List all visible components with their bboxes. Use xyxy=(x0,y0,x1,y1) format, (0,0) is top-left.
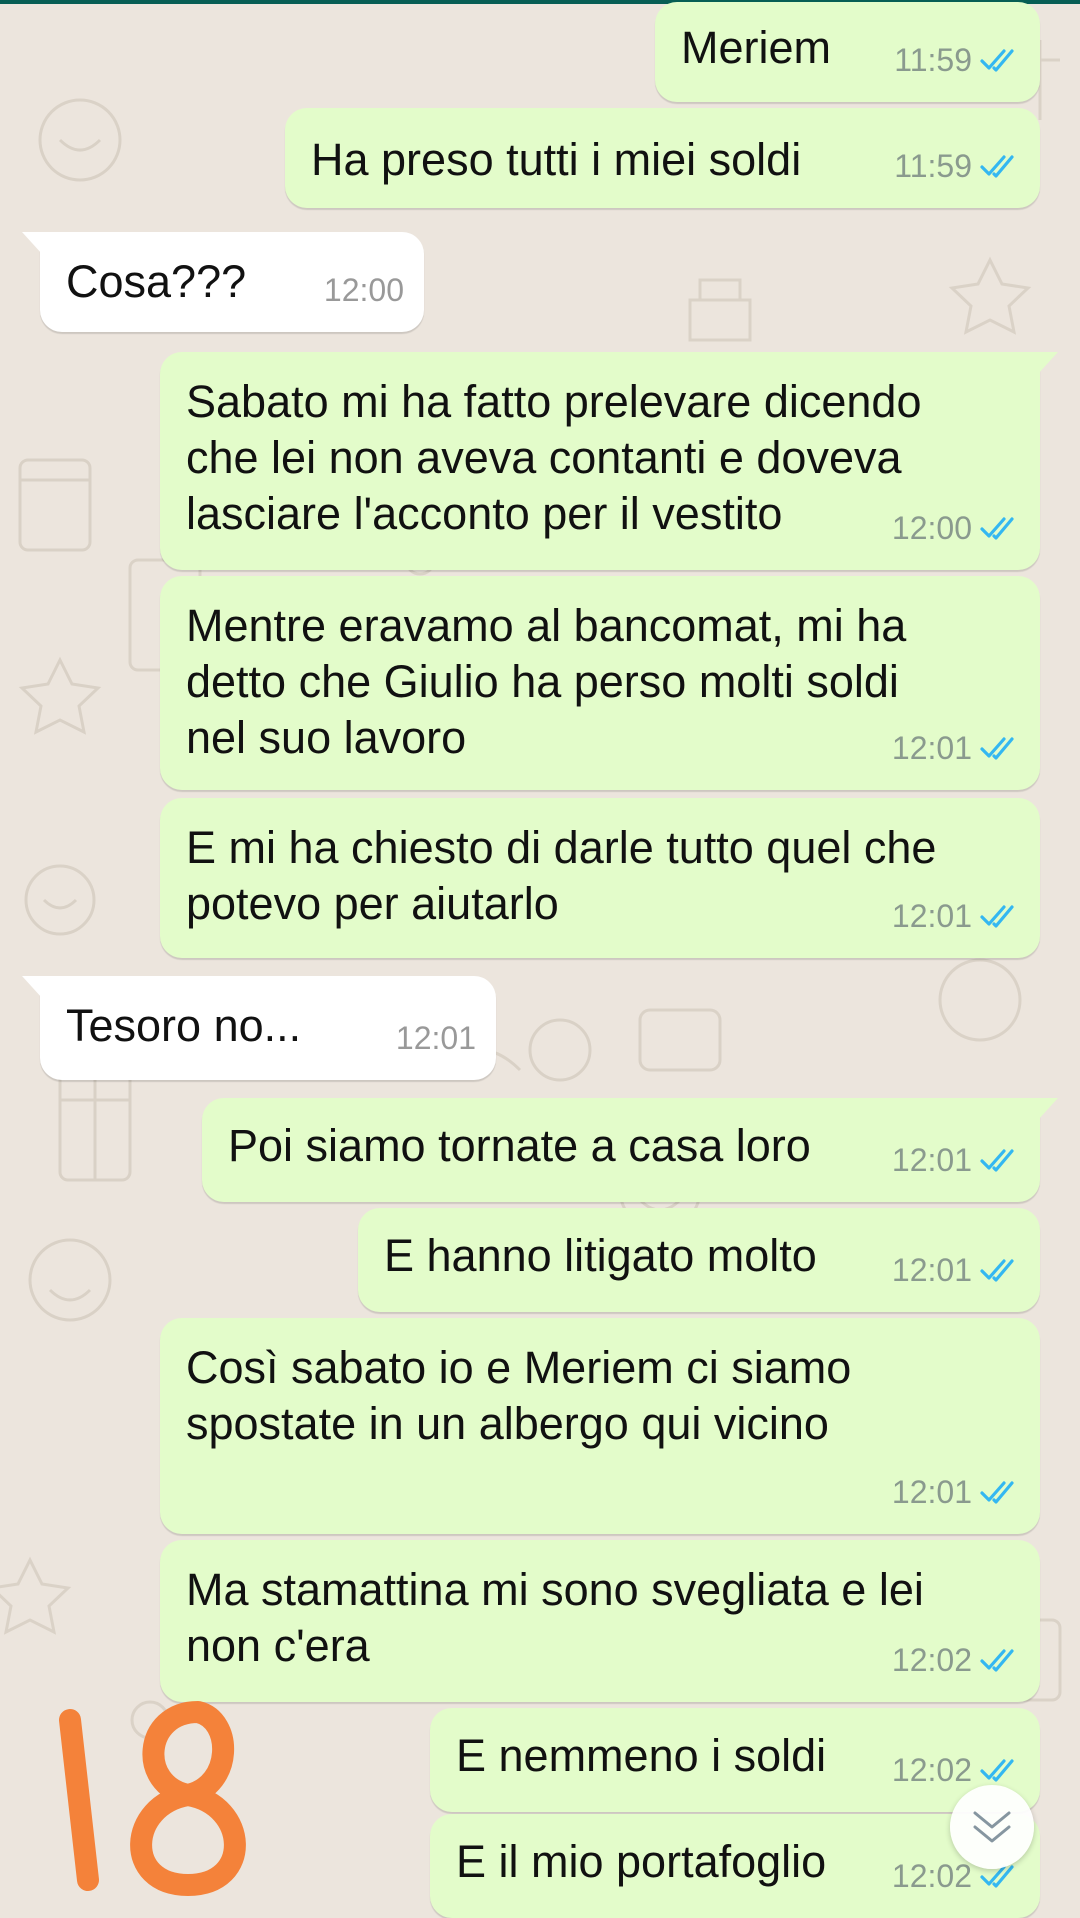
message-time: 12:02 xyxy=(891,1752,972,1788)
outgoing-message-bubble[interactable]: Poi siamo tornate a casa loro 12:01 xyxy=(202,1098,1058,1202)
message-text: Cosa??? xyxy=(66,256,247,307)
message-text: Meriem xyxy=(681,22,832,73)
message-meta: 12:00 xyxy=(324,262,404,318)
scroll-to-bottom-button[interactable] xyxy=(950,1785,1034,1869)
incoming-message-bubble[interactable]: Tesoro no... 12:01 xyxy=(22,976,496,1080)
message-time: 12:01 xyxy=(891,1142,972,1178)
outgoing-message-bubble[interactable]: E il mio portafoglio 12:02 xyxy=(430,1814,1040,1918)
message-meta: 12:01 xyxy=(892,1464,1020,1520)
read-double-check-icon xyxy=(980,1259,1014,1282)
message-time: 12:01 xyxy=(891,898,972,934)
message-text: E hanno litigato molto xyxy=(384,1230,817,1281)
outgoing-message-bubble[interactable]: Mentre eravamo al bancomat, mi ha detto … xyxy=(160,576,1040,790)
double-chevron-down-icon xyxy=(973,1811,1011,1843)
outgoing-message-bubble[interactable]: Ma stamattina mi sono svegliata e lei no… xyxy=(160,1540,1040,1702)
read-double-check-icon xyxy=(980,49,1014,72)
outgoing-message-bubble[interactable]: Meriem 11:59 xyxy=(655,2,1040,102)
message-text: E il mio portafoglio xyxy=(456,1836,827,1887)
read-double-check-icon xyxy=(980,517,1014,540)
read-double-check-icon xyxy=(980,155,1014,178)
read-double-check-icon xyxy=(980,1649,1014,1672)
message-time: 11:59 xyxy=(894,148,972,184)
message-meta: 12:01 xyxy=(892,1132,1020,1188)
message-meta: 11:59 xyxy=(894,32,1020,88)
read-double-check-icon xyxy=(980,1759,1014,1782)
message-meta: 12:02 xyxy=(892,1632,1020,1688)
message-text: Poi siamo tornate a casa loro xyxy=(228,1120,811,1171)
message-meta: 12:01 xyxy=(396,1010,476,1066)
outgoing-message-bubble[interactable]: E mi ha chiesto di darle tutto quel che … xyxy=(160,798,1040,958)
message-text: Tesoro no... xyxy=(66,1000,302,1051)
outgoing-message-bubble[interactable]: Sabato mi ha fatto prelevare dicendo che… xyxy=(160,352,1058,570)
message-time: 12:01 xyxy=(891,1252,972,1288)
sticker-number-18 xyxy=(59,1701,246,1896)
outgoing-message-bubble[interactable]: E nemmeno i soldi 12:02 xyxy=(430,1708,1040,1812)
message-text: Così sabato io e Meriem ci siamo spostat… xyxy=(186,1342,852,1449)
message-text: Ha preso tutti i miei soldi xyxy=(311,134,802,185)
message-text: Sabato mi ha fatto prelevare dicendo che… xyxy=(186,376,922,539)
message-time: 12:00 xyxy=(891,510,972,546)
message-text: Mentre eravamo al bancomat, mi ha detto … xyxy=(186,600,907,763)
read-double-check-icon xyxy=(980,737,1014,760)
message-time: 12:01 xyxy=(395,1020,476,1056)
incoming-message-bubble[interactable]: Cosa??? 12:00 xyxy=(22,232,424,332)
message-time: 12:01 xyxy=(891,1474,972,1510)
outgoing-message-bubble[interactable]: E hanno litigato molto 12:01 xyxy=(358,1208,1040,1312)
outgoing-message-bubble[interactable]: Così sabato io e Meriem ci siamo spostat… xyxy=(160,1318,1040,1534)
message-meta: 12:01 xyxy=(892,1242,1020,1298)
read-double-check-icon xyxy=(980,1481,1014,1504)
message-meta: 11:59 xyxy=(894,138,1020,194)
outgoing-message-bubble[interactable]: Ha preso tutti i miei soldi 11:59 xyxy=(285,108,1040,208)
message-meta: 12:00 xyxy=(892,500,1020,556)
message-text: Ma stamattina mi sono svegliata e lei no… xyxy=(186,1564,924,1671)
message-meta: 12:01 xyxy=(892,888,1020,944)
message-time: 12:01 xyxy=(891,730,972,766)
message-meta: 12:01 xyxy=(892,720,1020,776)
message-time: 12:00 xyxy=(323,272,404,308)
message-time: 11:59 xyxy=(894,42,972,78)
message-text: E mi ha chiesto di darle tutto quel che … xyxy=(186,822,937,929)
read-double-check-icon xyxy=(980,905,1014,928)
read-double-check-icon xyxy=(980,1149,1014,1172)
message-text: E nemmeno i soldi xyxy=(456,1730,827,1781)
message-time: 12:02 xyxy=(891,1858,972,1894)
message-time: 12:02 xyxy=(891,1642,972,1678)
